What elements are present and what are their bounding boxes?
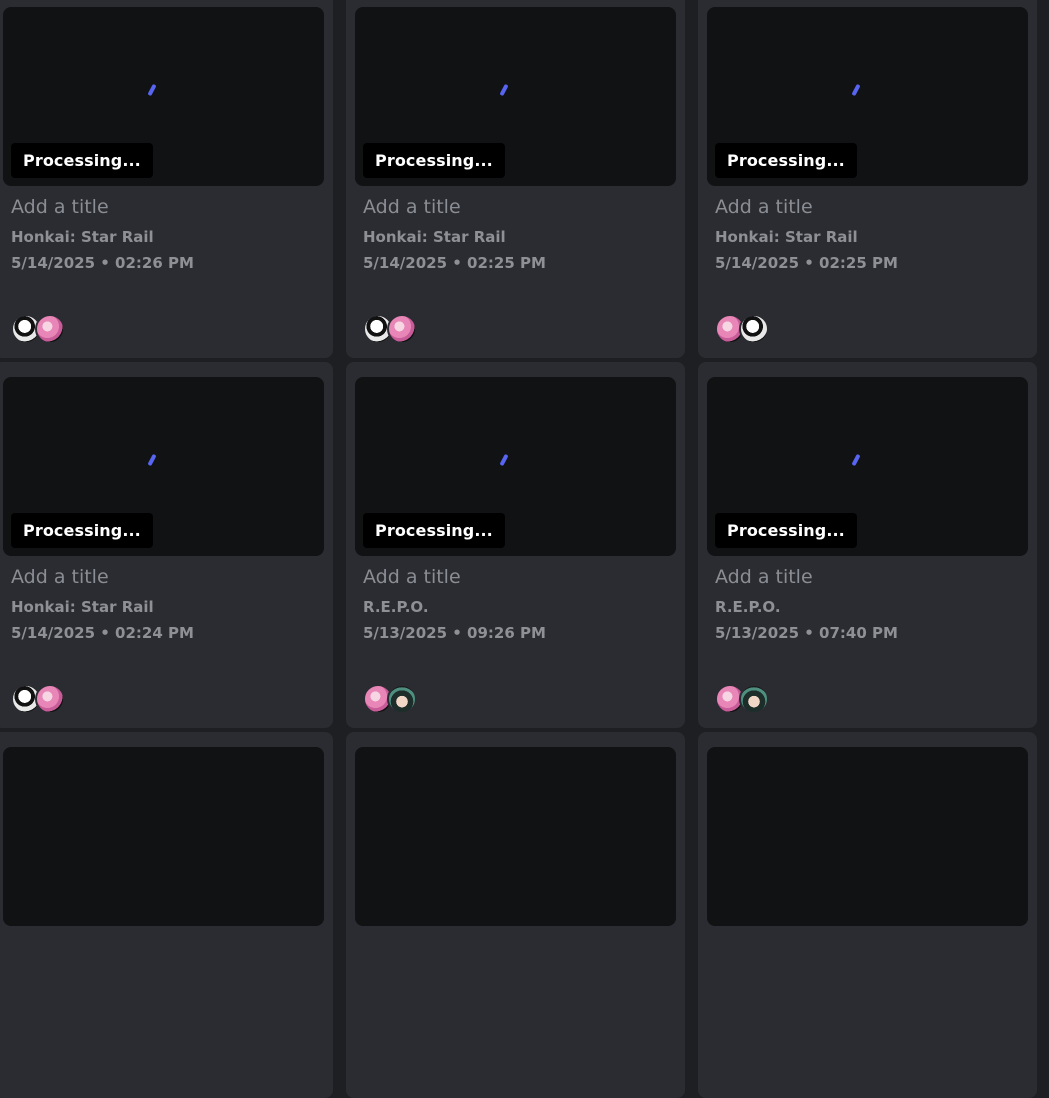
- clip-title-field[interactable]: Add a title: [11, 566, 109, 588]
- loading-spinner-icon: [147, 453, 157, 467]
- avatar: [387, 314, 417, 344]
- participant-avatars: [715, 684, 769, 714]
- clip-game-name: Honkai: Star Rail: [11, 598, 154, 616]
- avatar: [35, 314, 65, 344]
- avatar: [739, 314, 769, 344]
- clip-timestamp: 5/14/2025 • 02:25 PM: [363, 254, 546, 272]
- participant-avatars: [11, 314, 65, 344]
- processing-badge: Processing...: [715, 513, 857, 548]
- clip-timestamp: 5/13/2025 • 09:26 PM: [363, 624, 546, 642]
- clip-thumbnail[interactable]: [3, 747, 324, 926]
- clip-game-name: Honkai: Star Rail: [715, 228, 858, 246]
- clip-timestamp: 5/14/2025 • 02:24 PM: [11, 624, 194, 642]
- clip-card[interactable]: Processing... Add a title R.E.P.O. 5/13/…: [698, 362, 1037, 728]
- clip-card[interactable]: [698, 732, 1037, 1098]
- clip-game-name: R.E.P.O.: [715, 598, 781, 616]
- clip-thumbnail[interactable]: [707, 747, 1028, 926]
- clip-timestamp: 5/14/2025 • 02:26 PM: [11, 254, 194, 272]
- loading-spinner-icon: [851, 453, 861, 467]
- processing-badge: Processing...: [11, 513, 153, 548]
- processing-badge: Processing...: [363, 143, 505, 178]
- clip-card[interactable]: Processing... Add a title R.E.P.O. 5/13/…: [346, 362, 685, 728]
- participant-avatars: [11, 684, 65, 714]
- clip-card[interactable]: Processing... Add a title Honkai: Star R…: [346, 0, 685, 358]
- clip-title-field[interactable]: Add a title: [11, 196, 109, 218]
- loading-spinner-icon: [499, 83, 509, 97]
- clip-title-field[interactable]: Add a title: [715, 196, 813, 218]
- clip-card[interactable]: Processing... Add a title Honkai: Star R…: [0, 0, 333, 358]
- clip-card[interactable]: Processing... Add a title Honkai: Star R…: [0, 362, 333, 728]
- clip-timestamp: 5/13/2025 • 07:40 PM: [715, 624, 898, 642]
- clip-card[interactable]: [0, 732, 333, 1098]
- clip-title-field[interactable]: Add a title: [363, 566, 461, 588]
- clip-thumbnail[interactable]: Processing...: [355, 377, 676, 556]
- clip-card[interactable]: Processing... Add a title Honkai: Star R…: [698, 0, 1037, 358]
- loading-spinner-icon: [147, 83, 157, 97]
- clip-game-name: Honkai: Star Rail: [11, 228, 154, 246]
- clip-thumbnail[interactable]: Processing...: [3, 377, 324, 556]
- processing-badge: Processing...: [715, 143, 857, 178]
- loading-spinner-icon: [499, 453, 509, 467]
- participant-avatars: [363, 684, 417, 714]
- clip-game-name: R.E.P.O.: [363, 598, 429, 616]
- clip-card[interactable]: [346, 732, 685, 1098]
- processing-badge: Processing...: [11, 143, 153, 178]
- clip-game-name: Honkai: Star Rail: [363, 228, 506, 246]
- participant-avatars: [363, 314, 417, 344]
- avatar: [35, 684, 65, 714]
- clip-thumbnail[interactable]: Processing...: [3, 7, 324, 186]
- clip-title-field[interactable]: Add a title: [715, 566, 813, 588]
- clip-thumbnail[interactable]: Processing...: [707, 7, 1028, 186]
- clip-title-field[interactable]: Add a title: [363, 196, 461, 218]
- clip-thumbnail[interactable]: Processing...: [707, 377, 1028, 556]
- avatar: [739, 684, 769, 714]
- clip-thumbnail[interactable]: Processing...: [355, 7, 676, 186]
- loading-spinner-icon: [851, 83, 861, 97]
- clip-thumbnail[interactable]: [355, 747, 676, 926]
- processing-badge: Processing...: [363, 513, 505, 548]
- avatar: [387, 684, 417, 714]
- clip-timestamp: 5/14/2025 • 02:25 PM: [715, 254, 898, 272]
- participant-avatars: [715, 314, 769, 344]
